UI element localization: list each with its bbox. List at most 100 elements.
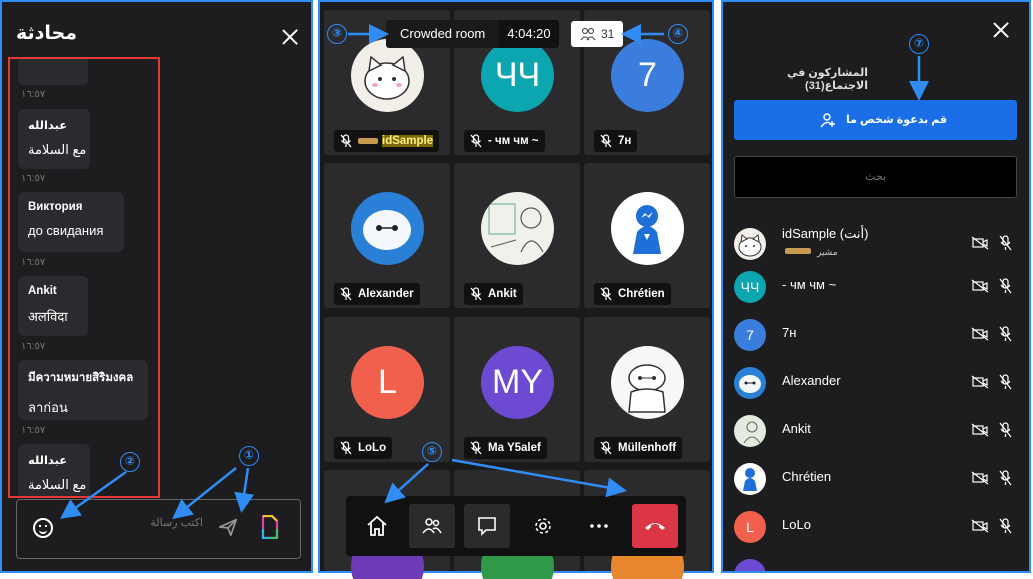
avatar: ЧЧ — [734, 271, 766, 303]
participant-row[interactable]: Ankit — [723, 406, 1029, 454]
participant-row[interactable]: 7 7н — [723, 310, 1029, 358]
chat-button[interactable] — [464, 504, 510, 548]
file-share-icon[interactable] — [261, 515, 279, 539]
annotation-3: ③ — [327, 24, 347, 44]
message-author: عبدالله — [28, 455, 68, 467]
annotation-4: ④ — [668, 24, 688, 44]
video-tile[interactable]: Chrétien — [584, 163, 710, 308]
tile-label: Ma Y5alef — [464, 437, 547, 459]
participants-button[interactable] — [409, 504, 455, 548]
cat-avatar — [734, 228, 766, 260]
annotation-5: ⑤ — [422, 442, 442, 462]
chat-message: มีความหมายสิริมงคล ลาก่อน — [18, 360, 148, 420]
tile-name: Müllenhoff — [618, 442, 677, 454]
close-participants-icon[interactable] — [990, 19, 1012, 41]
mic-muted-icon — [470, 287, 482, 301]
message-text: до свидания — [28, 223, 104, 238]
invite-button[interactable]: قم بدعوة شخص ما — [734, 100, 1017, 140]
chat-message — [18, 59, 88, 85]
message-author: Ankit — [28, 285, 57, 297]
participant-row[interactable]: Chrétien — [723, 454, 1029, 502]
emoji-icon[interactable] — [33, 518, 53, 538]
baymax-avatar — [351, 192, 424, 265]
mic-muted-icon — [340, 134, 352, 148]
tile-label: Ankit — [464, 283, 523, 305]
message-input[interactable] — [73, 517, 203, 529]
tile-name: Ankit — [488, 288, 517, 300]
avatar: 7 — [611, 39, 684, 112]
tile-name: 7н — [618, 135, 632, 147]
message-time: ١٦:٥٧ — [21, 425, 46, 436]
tile-label: Alexander — [334, 283, 420, 305]
camera-off-icon — [971, 422, 1012, 438]
message-time: ١٦:٥٧ — [21, 257, 46, 268]
participant-search-input[interactable] — [734, 156, 1017, 198]
mic-muted-icon — [340, 441, 352, 455]
message-text: ลาก่อน — [28, 400, 68, 415]
participant-name: Ankit — [782, 421, 811, 436]
badge-icon — [358, 137, 378, 144]
badge-icon — [785, 248, 811, 254]
tile-label: idSample — [334, 130, 440, 152]
home-button[interactable] — [354, 504, 400, 548]
message-time: ١٦:٥٧ — [21, 173, 46, 184]
participant-name: idSample (أنت) — [782, 226, 869, 241]
message-time: ١٦:٥٧ — [21, 89, 46, 100]
chat-message: عبدالله مع السلامة — [18, 109, 90, 169]
tile-label: Müllenhoff — [594, 437, 683, 459]
video-tile[interactable]: Alexander — [324, 163, 450, 308]
people-icon — [580, 27, 596, 41]
mic-muted-icon — [470, 441, 482, 455]
people-icon — [422, 518, 442, 534]
room-timer: 4:04:20 — [499, 20, 559, 48]
tile-label: 7н — [594, 130, 638, 152]
home-icon — [367, 515, 387, 536]
video-tile[interactable]: MY Ma Y5alef — [454, 317, 580, 462]
messenger-avatar — [611, 192, 684, 265]
cat-avatar — [351, 39, 424, 112]
participant-name: Chrétien — [782, 469, 832, 484]
chat-message: Ankit अलविदा — [18, 276, 88, 336]
gear-icon — [535, 518, 551, 534]
mic-muted-icon — [600, 441, 612, 455]
mic-muted-icon — [600, 287, 612, 301]
mic-muted-icon — [340, 287, 352, 301]
avatar: 7 — [734, 319, 766, 351]
camera-off-icon — [971, 518, 1012, 534]
more-button[interactable] — [576, 504, 622, 548]
chat-icon — [478, 517, 496, 536]
participant-row[interactable]: ЧЧ - чм чм ~ — [723, 262, 1029, 310]
video-tile[interactable]: L LoLo — [324, 317, 450, 462]
message-author: Виктория — [28, 201, 83, 213]
participant-row[interactable] — [723, 550, 1029, 571]
settings-button[interactable] — [520, 504, 566, 548]
room-name: Crowded room — [386, 20, 500, 48]
close-chat-icon[interactable] — [279, 26, 301, 48]
message-list[interactable]: ١٦:٥٧ عبدالله مع السلامة ١٦:٥٧ Виктория … — [8, 57, 160, 498]
camera-off-icon — [971, 326, 1012, 342]
participant-row[interactable]: Alexander — [723, 358, 1029, 406]
invite-label: قم بدعوة شخص ما — [846, 114, 948, 126]
hangup-button[interactable] — [632, 504, 678, 548]
message-author: عبدالله — [28, 120, 68, 132]
chat-panel: محادثة ١٦:٥٧ عبدالله مع السلامة ١٦:٥٧ Ви… — [0, 0, 313, 573]
send-icon[interactable] — [217, 516, 239, 538]
tile-name: LoLo — [358, 442, 387, 454]
message-text: अलविदा — [28, 309, 68, 324]
participants-title: المشاركون في الاجتماع(31) — [786, 67, 868, 92]
video-tile[interactable]: Ankit — [454, 163, 580, 308]
participant-row[interactable]: L LoLo — [723, 502, 1029, 550]
tile-name: Chrétien — [618, 288, 665, 300]
tile-name: Ma Y5alef — [488, 442, 541, 454]
camera-off-icon — [971, 278, 1012, 294]
participant-name: - чм чм ~ — [782, 277, 837, 292]
annotation-2: ② — [120, 452, 140, 472]
camera-off-icon — [971, 235, 1012, 251]
avatar: L — [734, 511, 766, 543]
annotation-1: ① — [239, 446, 259, 466]
message-time: ١٦:٥٧ — [21, 341, 46, 352]
baymax-drawing-avatar — [611, 346, 684, 419]
video-tile[interactable]: Müllenhoff — [584, 317, 710, 462]
participant-name: Alexander — [782, 373, 841, 388]
participant-count-badge[interactable]: 31 — [571, 21, 623, 47]
